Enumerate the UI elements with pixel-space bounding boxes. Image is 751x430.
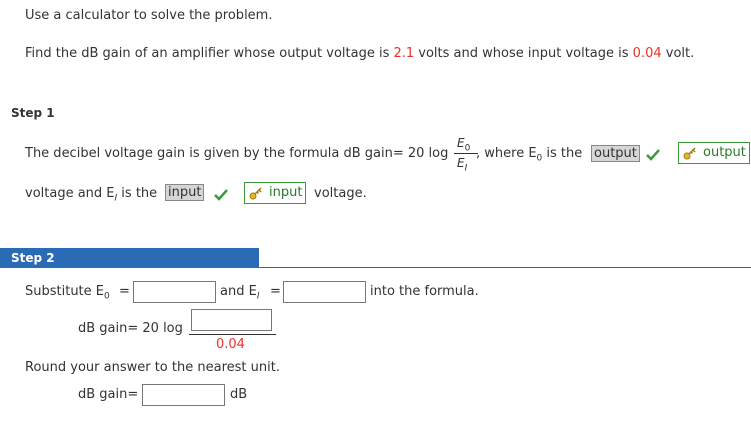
voltage-line: voltage and EI is the — [25, 186, 158, 204]
ei-input[interactable] — [283, 281, 366, 303]
db-gain-label: dB gain= — [78, 387, 139, 402]
substitute-label: Substitute E0 — [25, 284, 110, 302]
filled-input-box: input — [165, 184, 205, 201]
problem-part2: volts and whose input voltage is — [414, 46, 633, 61]
checkmark-icon — [646, 149, 660, 161]
equals-sign: = — [119, 284, 130, 299]
db-unit: dB — [230, 387, 248, 402]
instruction-text: Use a calculator to solve the problem. — [25, 8, 273, 23]
problem-part1: Find the dB gain of an amplifier whose o… — [25, 46, 394, 61]
formula-line: The decibel voltage gain is given by the… — [25, 146, 448, 161]
round-instruction: Round your answer to the nearest unit. — [25, 360, 280, 375]
checkmark-icon — [214, 189, 228, 201]
into-formula-text: into the formula. — [370, 284, 479, 299]
fraction-numerator: E0 — [457, 136, 471, 154]
db-gain-log-label: dB gain= 20 log — [78, 321, 183, 336]
db-gain-input[interactable] — [142, 384, 225, 406]
where-clause: , where E0 is the — [476, 146, 583, 164]
answer-input-box: input — [244, 182, 306, 204]
fraction-bar-2 — [189, 334, 276, 335]
output-voltage-value: 2.1 — [393, 46, 415, 61]
formula-text: The decibel voltage gain is given by the… — [25, 146, 449, 161]
e0-input[interactable] — [133, 281, 216, 303]
fraction-denominator: EI — [457, 156, 468, 174]
answer-output-box: output — [678, 142, 750, 164]
key-icon — [683, 147, 696, 160]
and-label: and EI — [220, 284, 260, 302]
denominator-value: 0.04 — [216, 337, 245, 352]
numerator-input[interactable] — [191, 309, 272, 331]
fraction-bar — [454, 153, 478, 154]
step2-label: Step 2 — [11, 251, 55, 265]
voltage-suffix: voltage. — [314, 186, 367, 201]
problem-part3: volt. — [661, 46, 695, 61]
problem-statement: Find the dB gain of an amplifier whose o… — [25, 46, 694, 61]
key-icon — [249, 187, 262, 200]
filled-output-box: output — [591, 145, 640, 162]
step2-divider — [0, 267, 751, 268]
step1-label: Step 1 — [11, 106, 55, 120]
equals-sign-2: = — [270, 284, 281, 299]
input-voltage-value: 0.04 — [632, 46, 662, 61]
